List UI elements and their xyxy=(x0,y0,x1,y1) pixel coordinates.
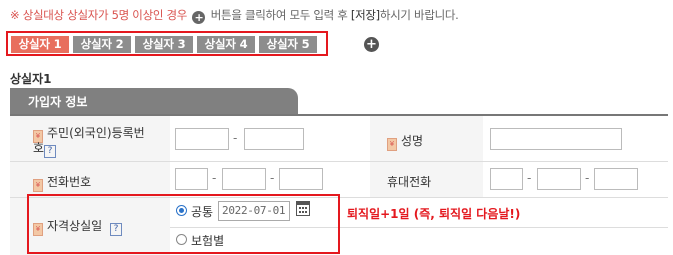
panel-header-label: 가입자 정보 xyxy=(28,95,88,109)
phone-part3-input[interactable] xyxy=(279,168,323,190)
mobile-part1-input[interactable] xyxy=(490,168,523,190)
tab-loser-3[interactable]: 상실자 3 xyxy=(135,36,193,53)
tab-loser-5[interactable]: 상실자 5 xyxy=(259,36,317,53)
dash: - xyxy=(233,131,238,145)
panel-header: 가입자 정보 xyxy=(10,88,298,114)
divider xyxy=(10,161,668,162)
mobile-label: 휴대전화 xyxy=(387,175,432,189)
tab-loser-4[interactable]: 상실자 4 xyxy=(197,36,255,53)
phone-part2-input[interactable] xyxy=(222,168,266,190)
tab-group: 상실자 1 상실자 2 상실자 3 상실자 4 상실자 5 xyxy=(6,31,328,56)
loss-date-note: 퇴직일+1일 (즉, 퇴직일 다음날!) xyxy=(347,207,521,221)
notice-text: ※ 상실대상 상실자가 5명 이상인 경우 + 버튼을 클릭하여 모두 입력 후… xyxy=(10,7,459,24)
rrn-label-2: 호? xyxy=(33,139,57,158)
required-icon: ¥ xyxy=(33,179,43,192)
highlight-box xyxy=(27,194,340,254)
plus-circle-icon: + xyxy=(192,11,206,24)
name-label-text: 성명 xyxy=(401,134,424,148)
name-label: ¥ 성명 xyxy=(387,132,423,151)
notice-prefix: ※ 상실대상 상실자가 5명 이상인 경우 xyxy=(10,8,188,22)
rrn-label-line2: 호 xyxy=(33,141,45,155)
dash: - xyxy=(270,171,275,185)
tab-loser-2[interactable]: 상실자 2 xyxy=(73,36,131,53)
tab-loser-1[interactable]: 상실자 1 xyxy=(11,36,69,53)
required-icon: ¥ xyxy=(387,138,397,151)
phone-label: ¥ 전화번호 xyxy=(33,173,91,192)
phone-label-text: 전화번호 xyxy=(47,175,92,189)
dash: - xyxy=(212,171,217,185)
rrn-back-input[interactable] xyxy=(244,128,304,150)
dash: - xyxy=(527,171,532,185)
phone-part1-input[interactable] xyxy=(175,168,208,190)
notice-save: [저장] xyxy=(350,8,380,22)
rrn-label-line1: 주민(외국인)등록번 xyxy=(47,126,145,140)
notice-middle: 버튼을 클릭하여 모두 입력 후 xyxy=(210,8,348,22)
notice-suffix: 하시기 바랍니다. xyxy=(379,8,459,22)
add-loser-button[interactable]: + xyxy=(364,37,379,52)
mobile-part3-input[interactable] xyxy=(594,168,638,190)
mobile-part2-input[interactable] xyxy=(537,168,581,190)
help-icon[interactable]: ? xyxy=(44,145,57,158)
name-input[interactable] xyxy=(490,128,622,150)
dash: - xyxy=(585,171,590,185)
section-title: 상실자1 xyxy=(10,72,52,86)
rrn-front-input[interactable] xyxy=(175,128,229,150)
